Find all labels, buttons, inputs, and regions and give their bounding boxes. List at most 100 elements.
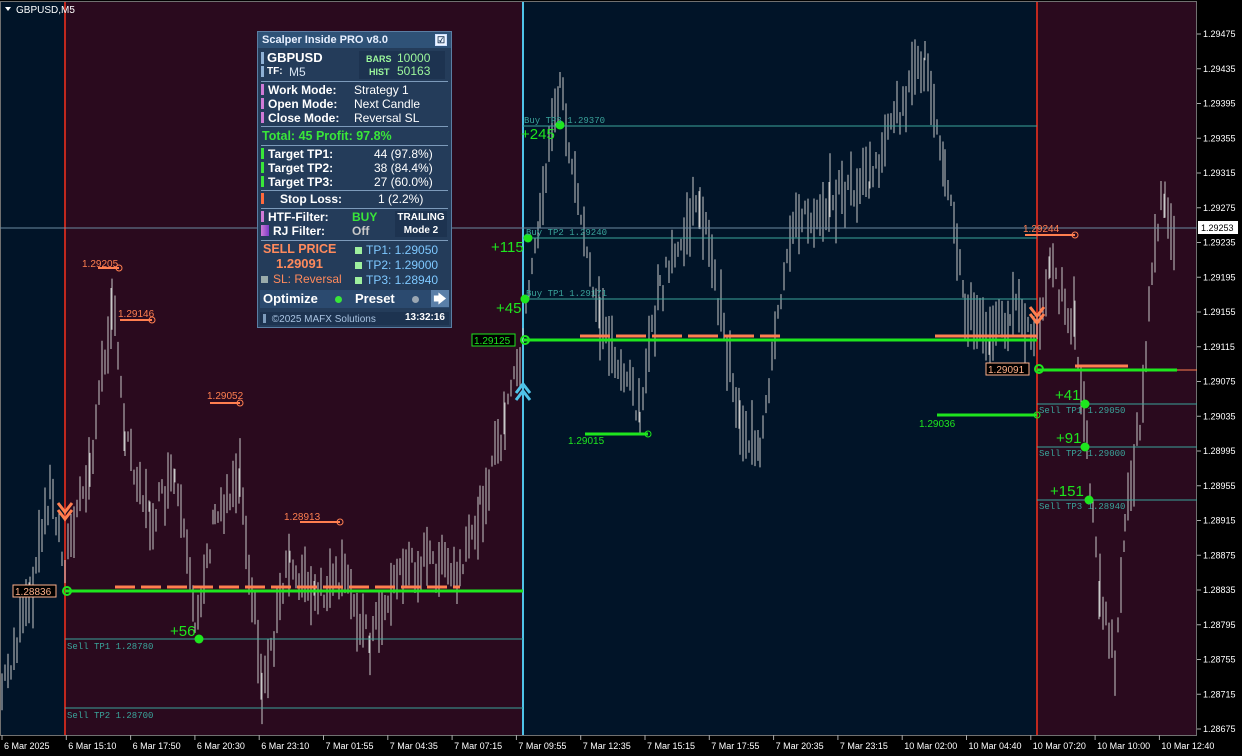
modes-section: Work Mode: Strategy 1 Open Mode: Next Cand… [258, 83, 451, 125]
action-bar: Optimize Preset 🡆 [260, 290, 449, 308]
work-mode-value[interactable]: Strategy 1 [354, 83, 409, 97]
price-tick-label: 1.29315 [1203, 168, 1236, 178]
hist-label: HIST [369, 67, 390, 77]
buy-tp1-label: Buy TP1 1.29171 [526, 289, 607, 299]
dashboard-title-text: Scalper Inside PRO v8.0 [262, 34, 388, 46]
price-tick-label: 1.28915 [1203, 516, 1236, 526]
minimize-checkbox[interactable]: ☑ [435, 34, 447, 46]
tp3-price-row: TP3: 1.28940 [355, 273, 438, 287]
optimize-button[interactable]: Optimize [263, 291, 318, 306]
time-tick-label: 10 Mar 04:40 [969, 741, 1022, 751]
profit-buy-tp3: +245 [521, 126, 555, 143]
clock-text: 13:32:16 [404, 312, 445, 323]
time-tick-label: 10 Mar 02:00 [904, 741, 957, 751]
symbol-marker [261, 52, 264, 64]
symbol-label: GBPUSD,M5 [16, 5, 75, 16]
price-tick-label: 1.28795 [1203, 620, 1236, 630]
high-label-5: 1.29244 [1023, 224, 1060, 235]
htf-marker [261, 211, 264, 222]
hist-value: 50163 [397, 64, 431, 78]
sell1-tp1-label: Sell TP1 1.28780 [67, 642, 153, 652]
tp3-price: TP3: 1.28940 [366, 273, 439, 287]
price-tick-label: 1.29155 [1203, 307, 1236, 317]
separator [261, 190, 448, 191]
tp2-price-row: TP2: 1.29000 [355, 258, 438, 272]
optimize-status-dot [335, 296, 342, 303]
tp2-marker [261, 162, 264, 173]
profit-sell2-tp1: +41 [1055, 387, 1080, 404]
open-mode-label: Open Mode: [268, 97, 338, 111]
trailing-mode: Mode 2 [403, 225, 439, 236]
price-tick-label: 1.28755 [1203, 655, 1236, 665]
price-tick-label: 1.29035 [1203, 411, 1236, 421]
open-mode-marker [261, 98, 264, 109]
close-mode-label: Close Mode: [268, 111, 340, 125]
stop-loss-row: Stop Loss: 1 (2.2%) [258, 192, 451, 206]
profit-sell2-tp2: +91 [1056, 430, 1081, 447]
time-tick-label: 7 Mar 23:15 [840, 741, 888, 751]
preset-button[interactable]: Preset [355, 291, 395, 306]
total-profit-line: Total: 45 Profit: 97.8% [262, 129, 392, 143]
price-tick-label: 1.29195 [1203, 272, 1236, 282]
sell-price-label: SELL PRICE [263, 242, 337, 256]
targets-section: Target TP1: 44 (97.8%) Target TP2: 38 (84.… [258, 147, 451, 189]
tp1-value: 44 (97.8%) [374, 147, 433, 161]
next-arrow-icon[interactable]: 🡆 [431, 290, 449, 307]
tp1-marker [261, 148, 264, 159]
bars-box: BARS 10000 HIST 50163 [359, 51, 445, 79]
symbol-section: GBPUSD TF: M5 BARS 10000 HIST 50163 [258, 50, 451, 80]
low-label-1: 1.29015 [568, 436, 605, 447]
tp1-price-marker [355, 247, 362, 254]
tf-marker [261, 66, 264, 77]
price-tick-label: 1.28715 [1203, 689, 1236, 699]
price-tick-label: 1.29075 [1203, 377, 1236, 387]
tp3-label: Target TP3: [268, 175, 334, 189]
time-tick-label: 7 Mar 09:55 [518, 741, 566, 751]
rj-label: RJ Filter: [273, 224, 326, 238]
current-price-text: 1.29253 [1201, 223, 1234, 233]
price-axis: 1.29475 1.29435 1.29395 1.29355 1.29315 1.292… [1197, 29, 1236, 734]
chart-canvas[interactable]: 1.28836 1.29125 1.29091 1.29205 1.29146 … [0, 0, 1242, 756]
separator [261, 81, 448, 82]
time-tick-label: 10 Mar 07:20 [1033, 741, 1086, 751]
tp3-marker [261, 176, 264, 187]
bars-value: 10000 [397, 51, 431, 65]
high-label-3: 1.29052 [207, 391, 244, 402]
profit-buy-tp2: +115 [491, 239, 524, 256]
trailing-box[interactable]: TRAILING Mode 2 [395, 211, 447, 237]
bars-label: BARS [366, 54, 392, 64]
sl-reversal-marker [261, 276, 268, 283]
scalper-dashboard: Scalper Inside PRO v8.0 ☑ GBPUSD TF: M5 … [257, 31, 452, 328]
htf-value[interactable]: BUY [352, 210, 377, 224]
htf-label: HTF-Filter: [268, 210, 329, 224]
sell2-tp2-label: Sell TP2 1.29000 [1039, 449, 1125, 459]
rj-value[interactable]: Off [352, 224, 369, 238]
price-chart[interactable]: 1.28836 1.29125 1.29091 1.29205 1.29146 … [0, 0, 1242, 756]
buy-tp3-label: Buy TP3 1.29370 [524, 116, 605, 126]
low-label-2: 1.29036 [919, 419, 956, 430]
footer: ©2025 MAFX Solutions 13:32:16 [260, 312, 449, 325]
high-label-1: 1.29205 [82, 259, 119, 270]
work-mode-marker [261, 84, 264, 95]
tp2-price: TP2: 1.29000 [366, 258, 439, 272]
time-tick-label: 7 Mar 04:35 [390, 741, 438, 751]
price-tick-label: 1.29395 [1203, 99, 1236, 109]
time-tick-label: 10 Mar 10:00 [1097, 741, 1150, 751]
price-tick-label: 1.29275 [1203, 203, 1236, 213]
sl-marker [261, 193, 264, 204]
tp3-value: 27 (60.0%) [374, 175, 433, 189]
sl-label: Stop Loss: [280, 192, 342, 206]
time-tick-label: 7 Mar 15:15 [647, 741, 695, 751]
signal-section: SELL PRICE 1.29091 SL: Reversal TP1: 1.2… [258, 242, 451, 288]
tp2-price-marker [355, 262, 362, 269]
preset-status-dot [412, 296, 419, 303]
open-mode-value[interactable]: Next Candle [354, 97, 420, 111]
tp1-price-row: TP1: 1.29050 [355, 243, 438, 257]
close-mode-value[interactable]: Reversal SL [354, 111, 419, 125]
tp3-price-marker [355, 277, 362, 284]
time-tick-label: 6 Mar 20:30 [197, 741, 245, 751]
price-tick-label: 1.29435 [1203, 64, 1236, 74]
tp2-value: 38 (84.4%) [374, 161, 433, 175]
price-tick-label: 1.29115 [1203, 342, 1235, 352]
sl-reversal-text: SL: Reversal [273, 272, 342, 286]
